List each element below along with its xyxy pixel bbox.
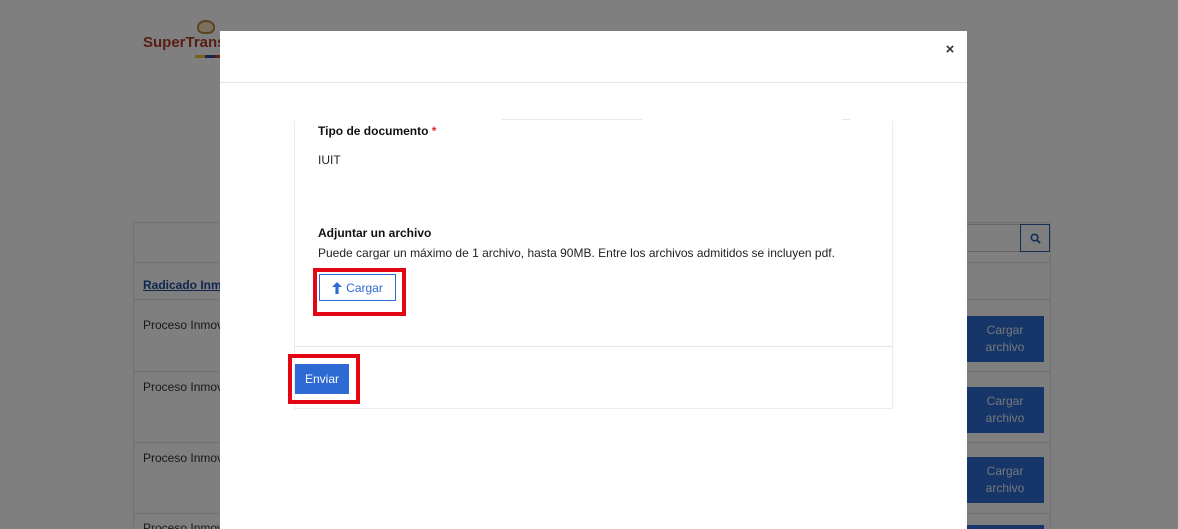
- required-marker: *: [431, 124, 437, 138]
- highlight-upload: [313, 268, 406, 316]
- form-footer-divider: [294, 346, 893, 347]
- document-type-label-text: Tipo de documento: [318, 124, 429, 138]
- close-button[interactable]: ×: [942, 41, 958, 59]
- divider: [502, 119, 642, 120]
- attachment-title: Adjuntar un archivo: [318, 226, 432, 240]
- modal-header: ×: [220, 31, 967, 83]
- document-type-value: IUIT: [318, 153, 341, 167]
- upload-modal: × Tipo de documento * IUIT Adjuntar un a…: [220, 31, 967, 529]
- divider: [842, 119, 850, 120]
- document-type-label: Tipo de documento *: [318, 124, 436, 138]
- attachment-help-text: Puede cargar un máximo de 1 archivo, has…: [318, 246, 835, 260]
- highlight-submit: [288, 354, 360, 404]
- upload-form-card: [294, 121, 893, 409]
